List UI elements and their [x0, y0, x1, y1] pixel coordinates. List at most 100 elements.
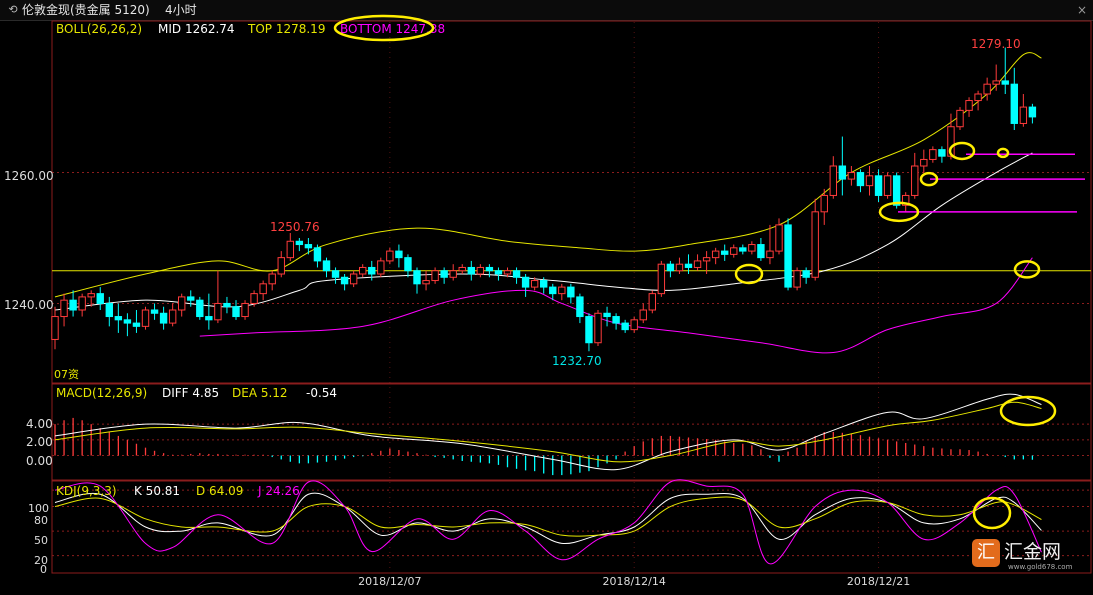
candle-body — [386, 250, 394, 262]
macd-dea-line — [54, 401, 1042, 463]
candle-body — [467, 266, 476, 275]
candle-body — [1019, 106, 1028, 124]
kdj-legend-label: KDJ(9,3,3) — [56, 484, 117, 498]
candle-body — [856, 172, 865, 187]
main-y-tick-1260: 1260.00 — [4, 169, 54, 183]
candle-body — [268, 273, 276, 285]
logo-name: 汇金网 — [1004, 541, 1062, 563]
x-tick-label: 2018/12/21 — [847, 575, 910, 588]
candle-body — [675, 263, 684, 272]
candle-body — [1001, 80, 1009, 85]
kdj-legend-j: J 24.26 — [257, 484, 300, 498]
candle-body — [911, 165, 919, 196]
candle-body — [413, 270, 421, 285]
candle-body — [811, 211, 819, 278]
candle-body — [205, 316, 213, 321]
candle-body — [549, 286, 557, 295]
macd-y-tick-4: 4.00 — [26, 417, 53, 431]
boll-top-line — [54, 52, 1042, 298]
candle-body — [920, 158, 928, 167]
candle-body — [150, 309, 159, 314]
candle-body — [141, 309, 150, 327]
candle-body — [349, 273, 358, 285]
candle-body — [757, 244, 765, 259]
candle-body — [612, 316, 620, 324]
candle-body — [540, 280, 548, 288]
candle-body — [295, 240, 304, 246]
main-y-tick-1240: 1240.00 — [4, 298, 54, 312]
candle-body — [286, 240, 295, 259]
highlight-ring — [999, 395, 1057, 427]
candle-body — [96, 293, 104, 304]
candle-body — [187, 296, 195, 301]
candle-body — [304, 244, 313, 249]
candle-body — [277, 257, 285, 275]
candle-body — [883, 175, 892, 196]
boll-legend-top: TOP 1278.19 — [247, 22, 325, 36]
candle-body — [847, 172, 856, 180]
candle-body — [377, 260, 385, 275]
candle-body — [259, 283, 267, 295]
candle-body — [485, 266, 494, 272]
candle-body — [494, 270, 503, 275]
logo-badge-icon: 汇 — [972, 539, 1000, 567]
candle-body — [458, 266, 466, 272]
candle-body — [992, 80, 1000, 85]
candle-body — [178, 296, 186, 311]
main-layer — [51, 47, 1091, 354]
candle-body — [711, 250, 720, 259]
main-panel-frame — [51, 20, 1092, 384]
macd-layer — [54, 393, 1042, 476]
macd-diff-line — [54, 393, 1042, 471]
macd-legend-label: MACD(12,26,9) — [56, 386, 147, 400]
candle-body — [105, 302, 113, 318]
candle-body — [331, 270, 340, 278]
x-tick-label: 2018/12/07 — [358, 575, 421, 588]
highlight-ring — [996, 147, 1010, 159]
candle-body — [702, 257, 711, 262]
candle-body — [576, 296, 584, 318]
candle-body — [721, 250, 729, 255]
chart-canvas[interactable]: BOLL(26,26,2) MID 1262.74 TOP 1278.19 BO… — [0, 0, 1093, 595]
candle-body — [476, 266, 485, 275]
candle-body — [232, 306, 240, 318]
candle-body — [503, 270, 512, 275]
candle-body — [1010, 83, 1018, 124]
candle-body — [974, 93, 982, 102]
candle-body — [368, 266, 376, 275]
candle-body — [223, 302, 231, 308]
kdj-y-tick-50: 50 — [34, 534, 48, 547]
macd-y-tick-2: 2.00 — [26, 435, 53, 449]
kdj-y-tick-80: 80 — [34, 514, 48, 527]
candle-body — [666, 263, 675, 272]
candle-body — [60, 299, 68, 318]
annotation-high: 1250.76 — [270, 220, 320, 234]
candle-body — [567, 286, 575, 298]
candle-body — [603, 312, 611, 318]
candle-body — [865, 175, 874, 187]
candle-body — [693, 260, 702, 268]
candle-body — [51, 316, 59, 340]
candle-body — [322, 260, 331, 272]
candle-body — [684, 263, 693, 268]
candle-body — [250, 293, 258, 304]
candle-body — [69, 299, 77, 311]
candle-body — [359, 266, 367, 275]
kdj-d-line — [54, 496, 1042, 537]
candle-body — [965, 100, 973, 111]
candle-body — [159, 312, 168, 324]
candle-body — [196, 299, 204, 318]
logo-url: www.gold678.com — [1008, 563, 1073, 571]
candle-body — [530, 280, 539, 288]
candle-body — [422, 280, 430, 285]
candle-body — [874, 175, 883, 196]
candle-body — [748, 244, 756, 252]
candle-body — [657, 263, 666, 295]
candle-body — [431, 270, 439, 282]
candle-body — [648, 293, 656, 311]
candle-body — [793, 270, 801, 288]
candle-body — [775, 224, 783, 252]
boll-bottom-line — [199, 257, 1033, 354]
candle-body — [892, 175, 901, 206]
candle-body — [956, 109, 964, 128]
